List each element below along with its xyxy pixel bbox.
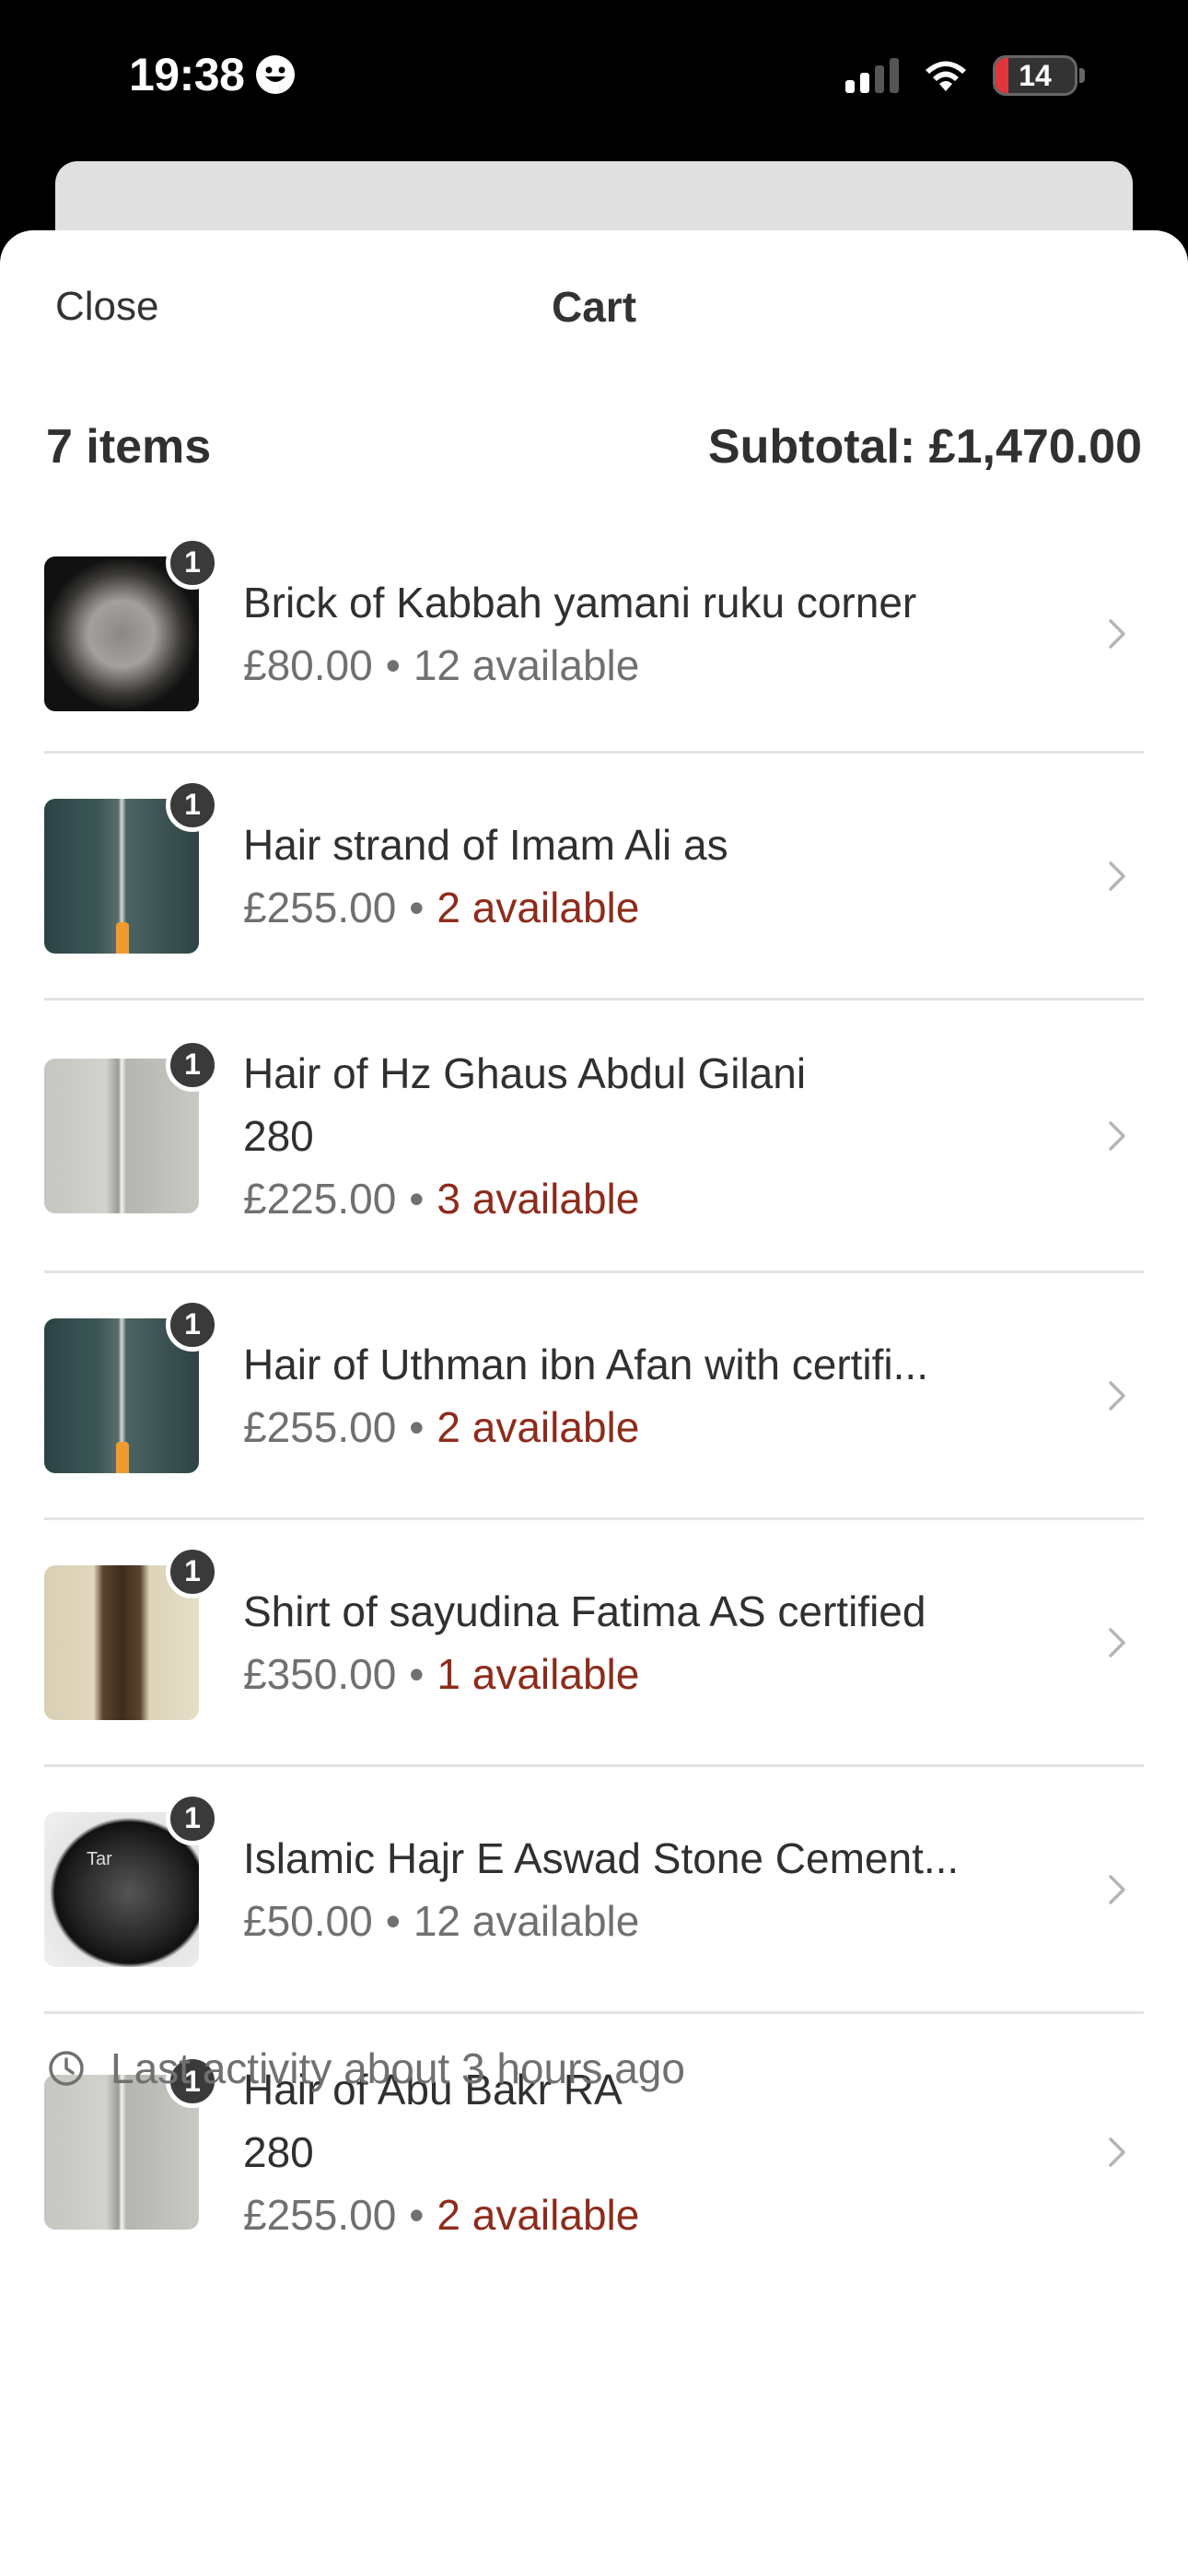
item-price: £255.00 [243, 2191, 397, 2239]
item-availability: 3 available [437, 1174, 640, 1223]
cart-item[interactable]: Tar 1 Islamic Hajr E Aswad Stone Cement...… [44, 1767, 1144, 2014]
cart-item-list: 1 Brick of Kabbah yamani ruku corner £80.0… [0, 507, 1188, 2290]
item-price: £225.00 [243, 1174, 397, 1223]
battery-icon: 14 [993, 55, 1077, 96]
meta-separator: • [409, 1649, 425, 1698]
item-details: Brick of Kabbah yamani ruku corner £80.00… [243, 571, 1098, 697]
item-thumbnail-wrap: 1 [44, 1297, 219, 1473]
quantity-badge: 1 [166, 1544, 219, 1598]
item-availability: 1 available [437, 1649, 640, 1698]
item-meta: £80.00 • 12 available [243, 634, 1070, 697]
item-title: Hair of Uthman ibn Afan with certifi... [243, 1340, 928, 1388]
item-availability: 2 available [437, 2191, 640, 2239]
status-indicators: 14 [845, 55, 1085, 96]
meta-separator: • [409, 883, 425, 931]
quantity-badge: 1 [166, 535, 219, 590]
item-thumbnail-wrap: 1 [44, 2055, 219, 2230]
chevron-right-icon [1109, 618, 1125, 649]
item-title: Hair of Hz Ghaus Abdul Gilani [243, 1048, 807, 1097]
quantity-badge: 1 [166, 1037, 219, 1092]
item-meta: £225.00 • 3 available [243, 1167, 1070, 1230]
item-meta: £50.00 • 12 available [243, 1890, 1070, 1952]
chevron-right-icon [1109, 1380, 1125, 1411]
item-title: Shirt of sayudina Fatima AS certified [243, 1587, 926, 1635]
quantity-badge: 1 [166, 778, 219, 832]
battery-level [996, 58, 1008, 93]
item-price: £50.00 [243, 1896, 373, 1945]
item-thumbnail-wrap: Tar 1 [44, 1791, 219, 1967]
item-meta: £255.00 • 2 available [243, 1396, 1070, 1458]
item-price: £255.00 [243, 883, 397, 931]
battery-text: 14 [1019, 58, 1052, 92]
item-meta: £350.00 • 1 available [243, 1643, 1070, 1705]
chevron-right-icon [1109, 2137, 1125, 2167]
item-details: Islamic Hajr E Aswad Stone Cement... £50.… [243, 1827, 1098, 1952]
meta-separator: • [409, 2191, 425, 2239]
item-count: 7 items [46, 420, 212, 474]
item-price: £80.00 [243, 640, 373, 689]
item-thumbnail-wrap: 1 [44, 778, 219, 954]
item-thumbnail-wrap: 1 [44, 1544, 219, 1720]
item-details: Shirt of sayudina Fatima AS certified £35… [243, 1580, 1098, 1705]
cart-sheet: Close Cart 7 items Subtotal: £1,470.00 1… [0, 230, 1188, 2576]
clock-icon [49, 2051, 84, 2086]
wifi-icon [926, 61, 966, 91]
status-bar: 19:38 14 [0, 0, 1188, 161]
smiley-icon [256, 55, 296, 94]
item-thumbnail-wrap: 1 [44, 535, 219, 711]
item-title-line2: 280 [243, 2128, 314, 2176]
cart-item[interactable]: 1 Shirt of sayudina Fatima AS certified £3… [44, 1520, 1144, 1767]
item-meta: £255.00 • 2 available [243, 876, 1070, 939]
cart-item[interactable]: 1 Brick of Kabbah yamani ruku corner £80.0… [44, 507, 1144, 754]
cellular-signal-icon [845, 58, 899, 93]
status-time: 19:38 [129, 48, 296, 101]
item-details: Hair of Hz Ghaus Abdul Gilani 280 £225.00 •… [243, 1042, 1098, 1230]
meta-separator: • [385, 640, 401, 689]
item-title-line2: 280 [243, 1111, 314, 1160]
chevron-right-icon [1109, 861, 1125, 891]
thumbnail-label: Tar [87, 1848, 112, 1869]
quantity-badge: 1 [166, 1791, 219, 1845]
item-meta: £255.00 • 2 available [243, 2184, 1070, 2246]
item-title: Hair strand of Imam Ali as [243, 820, 728, 869]
last-activity-text: Last activity about 3 hours ago [111, 2044, 685, 2092]
meta-separator: • [385, 1896, 401, 1945]
item-availability: 12 available [413, 1896, 640, 1945]
nav-bar: Close Cart [0, 230, 1188, 387]
chevron-right-icon [1109, 1120, 1125, 1151]
item-price: £350.00 [243, 1649, 397, 1698]
status-time-text: 19:38 [129, 49, 245, 100]
chevron-right-icon [1109, 1627, 1125, 1657]
item-price: £255.00 [243, 1402, 397, 1451]
item-availability: 2 available [437, 1402, 640, 1451]
last-activity: Last activity about 3 hours ago [46, 2043, 685, 2093]
cart-item[interactable]: 1 Hair of Hz Ghaus Abdul Gilani 280 £225.00… [44, 1001, 1144, 1273]
item-title: Islamic Hajr E Aswad Stone Cement... [243, 1833, 960, 1882]
cart-summary: 7 items Subtotal: £1,470.00 [0, 387, 1188, 507]
item-details: Hair of Uthman ibn Afan with certifi... £… [243, 1333, 1098, 1458]
chevron-right-icon [1109, 1874, 1125, 1904]
item-thumbnail-wrap: 1 [44, 1037, 219, 1213]
item-availability: 12 available [413, 640, 640, 689]
cart-item[interactable]: 1 Hair of Uthman ibn Afan with certifi...… [44, 1273, 1144, 1520]
item-availability: 2 available [437, 883, 640, 931]
page-title: Cart [551, 283, 637, 331]
item-details: Hair strand of Imam Ali as £255.00 • 2 avai… [243, 814, 1098, 939]
cart-item[interactable]: 1 Hair strand of Imam Ali as £255.00 • 2 ava… [44, 754, 1144, 1001]
quantity-badge: 1 [166, 1297, 219, 1352]
subtotal: Subtotal: £1,470.00 [707, 420, 1142, 474]
item-title: Brick of Kabbah yamani ruku corner [243, 578, 917, 626]
meta-separator: • [409, 1402, 425, 1451]
meta-separator: • [409, 1174, 425, 1223]
